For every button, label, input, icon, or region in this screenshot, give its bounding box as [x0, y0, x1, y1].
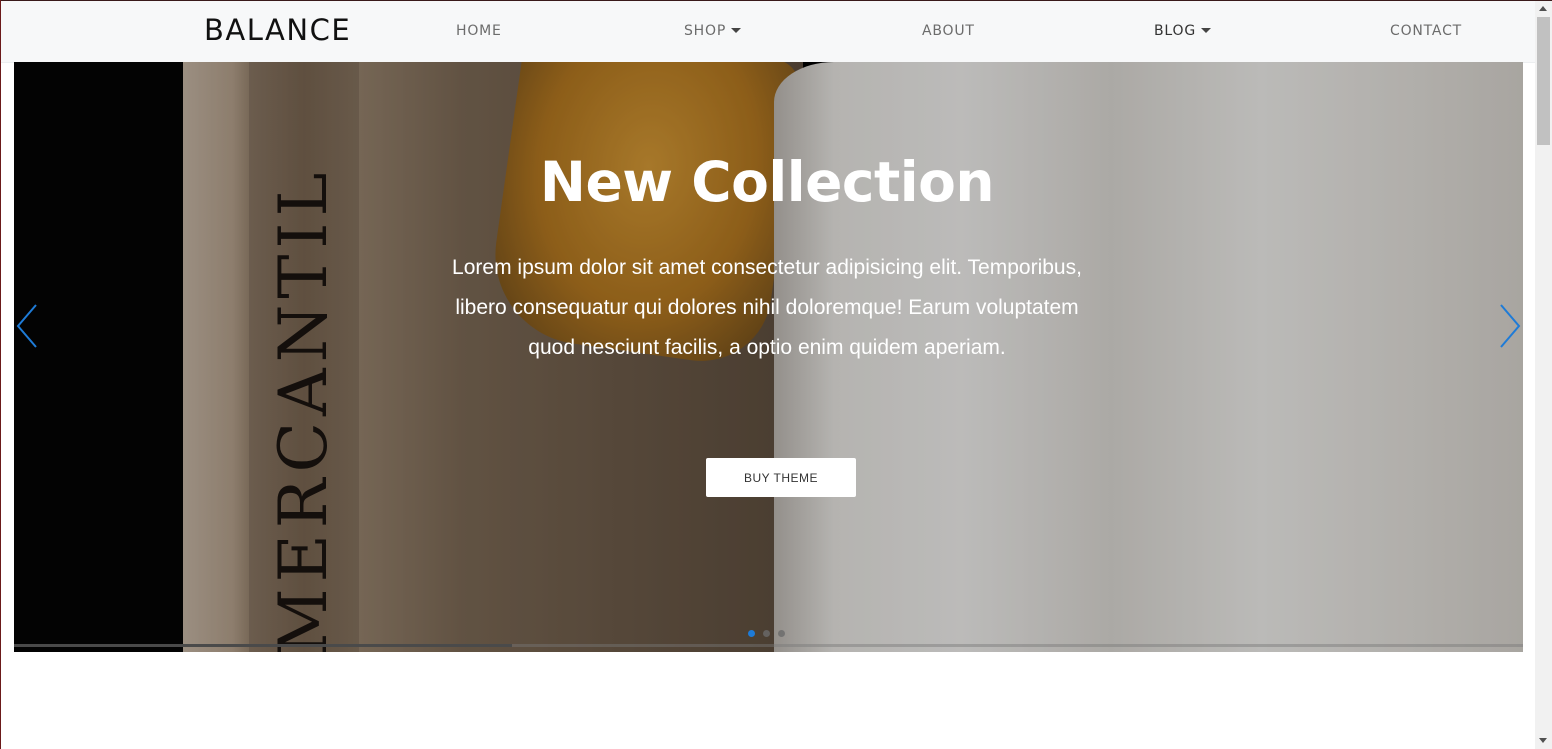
carousel-prev-button[interactable] — [14, 302, 40, 350]
nav-about-label: ABOUT — [922, 23, 975, 39]
hero-description: Lorem ipsum dolor sit amet consectetur a… — [452, 256, 1082, 359]
caret-down-icon — [1200, 28, 1211, 33]
carousel-next-button[interactable] — [1497, 302, 1523, 350]
nav-blog-label: BLOG — [1154, 23, 1196, 39]
nav-contact[interactable]: CONTACT — [1390, 23, 1462, 39]
carousel-indicator-2[interactable] — [763, 630, 770, 637]
page-scrollbar[interactable] — [1535, 1, 1552, 749]
brand-logo[interactable]: BALANCE — [204, 13, 351, 47]
buy-theme-button[interactable]: BUY THEME — [706, 458, 856, 497]
carousel-indicator-3[interactable] — [778, 630, 785, 637]
nav-home-label: HOME — [456, 23, 502, 39]
scroll-down-icon[interactable] — [1539, 738, 1547, 743]
carousel-indicators — [748, 630, 785, 637]
slide-progress-track — [14, 644, 1523, 647]
hero-title: New Collection — [539, 150, 995, 214]
chevron-left-icon — [16, 304, 37, 348]
scroll-up-icon[interactable] — [1539, 6, 1547, 11]
caret-down-icon — [731, 28, 742, 33]
nav-blog[interactable]: BLOG — [1154, 23, 1211, 39]
chevron-right-icon — [1500, 304, 1521, 348]
nav-about[interactable]: ABOUT — [922, 23, 975, 39]
nav-shop-label: SHOP — [684, 23, 727, 39]
nav-contact-label: CONTACT — [1390, 23, 1462, 39]
nav-home[interactable]: HOME — [456, 23, 502, 39]
nav-shop[interactable]: SHOP — [684, 23, 742, 39]
carousel-indicator-1[interactable] — [748, 630, 755, 637]
window-frame-left — [0, 0, 1, 749]
scroll-thumb[interactable] — [1537, 17, 1550, 145]
navbar: BALANCE HOME SHOP ABOUT BLOG CONTACT — [1, 1, 1535, 63]
slide-progress-fill — [14, 644, 512, 647]
